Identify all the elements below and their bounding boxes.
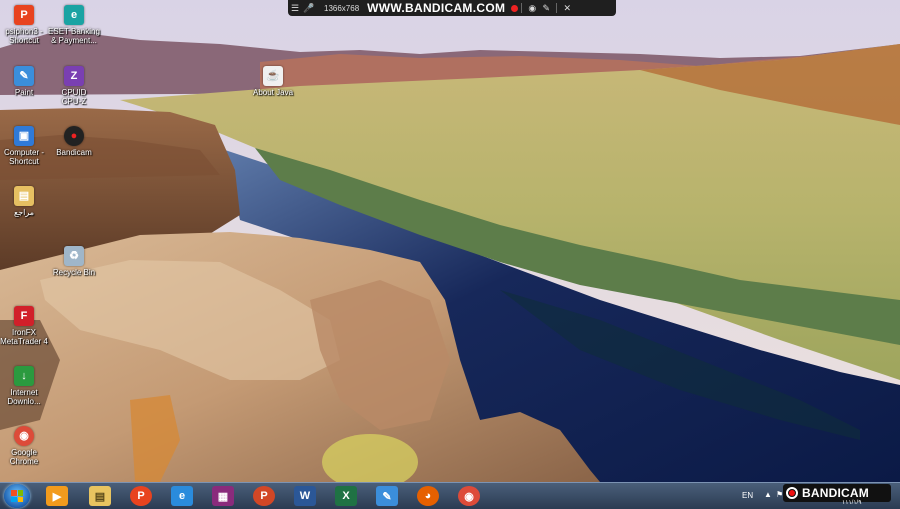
desktop-icon-label: IronFX MetaTrader 4 <box>0 328 48 346</box>
folder-icon: ▤ <box>14 186 34 206</box>
desktop-icon-eset[interactable]: e ESET Banking & Payment... <box>45 5 103 45</box>
desktop-icon-label: About Java <box>252 88 294 97</box>
taskbar: ▶ ▤ P e ▦ P W X ✎ ◕ ◉ EN ▲ ⚑ <box>0 482 900 509</box>
microphone-icon[interactable]: 🎤 <box>302 3 316 14</box>
desktop-icon-java[interactable]: ☕ About Java <box>244 66 302 97</box>
psiphon-icon[interactable]: P <box>130 486 152 506</box>
close-icon[interactable]: ✕ <box>560 3 574 14</box>
winrar-icon[interactable]: ▦ <box>212 486 234 506</box>
desktop-icon-label: Recycle Bin <box>52 268 96 277</box>
start-button[interactable] <box>4 484 30 508</box>
desktop-icon-label: مراجع <box>13 208 35 217</box>
recorder-watermark: WWW.BANDICAM.COM <box>367 1 506 15</box>
eset-icon: e <box>64 5 84 25</box>
record-icon[interactable] <box>511 4 519 12</box>
computer-icon: ▣ <box>14 126 34 146</box>
media-player-icon[interactable]: ▶ <box>46 486 68 506</box>
system-clock[interactable]: ١١١/١/٩ <box>842 499 861 506</box>
chrome-icon: ◉ <box>14 426 34 446</box>
bandicam-brand: BANDICAM <box>802 486 869 500</box>
recording-resolution: 1366x768 <box>324 3 360 13</box>
toolbar-divider <box>521 3 523 13</box>
explorer-icon[interactable]: ▤ <box>89 486 111 506</box>
windows-logo-icon <box>11 490 23 502</box>
desktop-icon-cpuz[interactable]: Z CPUID CPU-Z <box>45 66 103 106</box>
camera-icon[interactable]: ◉ <box>525 3 539 14</box>
psiphon-icon: P <box>14 5 34 25</box>
paint-icon: ✎ <box>14 66 34 86</box>
desktop-icon-idm[interactable]: ↓ Internet Downlo... <box>0 366 53 406</box>
cpuz-icon: Z <box>64 66 84 86</box>
pencil-icon[interactable]: ✎ <box>539 3 553 14</box>
word-icon[interactable]: W <box>294 486 316 506</box>
excel-icon[interactable]: X <box>335 486 357 506</box>
desktop-icon-label: Internet Downlo... <box>7 388 41 406</box>
desktop-icon-chrome[interactable]: ◉ Google Chrome <box>0 426 53 466</box>
desktop-icon-label: ESET Banking & Payment... <box>48 27 100 45</box>
internet-explorer-icon[interactable]: e <box>171 486 193 506</box>
bandicam-logo-icon <box>786 487 798 499</box>
language-indicator[interactable]: EN <box>742 491 753 500</box>
idm-icon: ↓ <box>14 366 34 386</box>
desktop-icon-label: CPUID CPU-Z <box>61 88 87 106</box>
desktop-icon-folder[interactable]: ▤ مراجع <box>0 186 53 217</box>
paint-icon[interactable]: ✎ <box>376 486 398 506</box>
desktop-icon-bandicam[interactable]: ● Bandicam <box>45 126 103 157</box>
desktop-icon-recycle-bin[interactable]: ♻ Recycle Bin <box>45 246 103 277</box>
bandicam-icon: ● <box>64 126 84 146</box>
desktop-icon-label: Google Chrome <box>9 448 39 466</box>
firefox-icon[interactable]: ◕ <box>417 486 439 506</box>
powerpoint-icon[interactable]: P <box>253 486 275 506</box>
desktop-wallpaper <box>0 0 900 508</box>
menu-icon[interactable]: ☰ <box>288 3 302 14</box>
desktop-icon-label: Bandicam <box>56 148 92 157</box>
chrome-icon[interactable]: ◉ <box>458 486 480 506</box>
toolbar-divider <box>556 3 558 13</box>
metatrader-icon: F <box>14 306 34 326</box>
java-icon: ☕ <box>263 66 283 86</box>
desktop-icon-metatrader[interactable]: F IronFX MetaTrader 4 <box>0 306 53 346</box>
show-hidden-icons-icon[interactable]: ▲ <box>764 490 772 499</box>
recycle-bin-icon: ♻ <box>64 246 84 266</box>
bandicam-watermark: BANDICAM <box>783 484 891 502</box>
recorder-toolbar: ☰ 🎤 1366x768 WWW.BANDICAM.COM ◉ ✎ ✕ <box>288 0 616 16</box>
